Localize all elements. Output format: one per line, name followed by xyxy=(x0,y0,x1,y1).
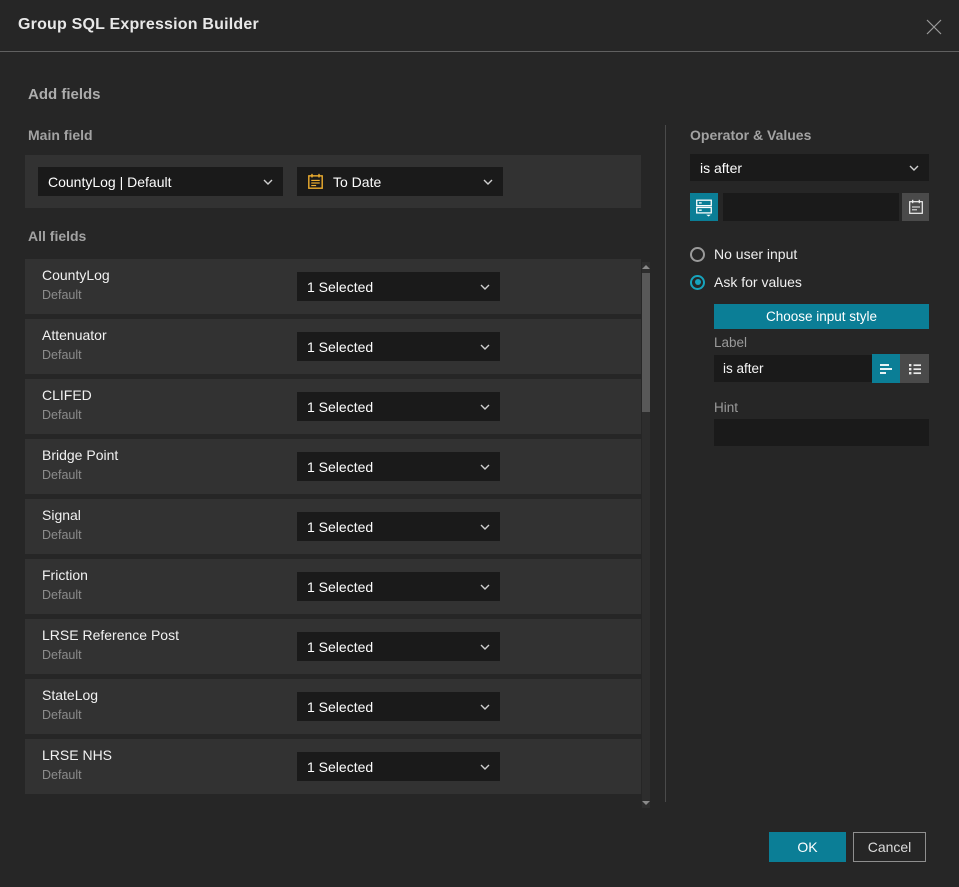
choose-input-style-button[interactable]: Choose input style xyxy=(714,304,929,329)
field-row: Bridge Point Default 1 Selected xyxy=(25,439,641,494)
dialog-title: Group SQL Expression Builder xyxy=(18,16,259,33)
field-name: StateLog xyxy=(42,687,99,703)
field-source: Default xyxy=(42,768,82,782)
field-selected-value: 1 Selected xyxy=(307,518,374,535)
field-source: Default xyxy=(42,708,82,722)
radio-no-user-input-label: No user input xyxy=(714,246,798,262)
field-selected-dropdown[interactable]: 1 Selected xyxy=(297,692,500,721)
calendar-icon xyxy=(308,173,323,189)
field-selected-dropdown[interactable]: 1 Selected xyxy=(297,572,500,601)
radio-circle-icon xyxy=(690,246,705,262)
hint-input[interactable] xyxy=(714,419,929,446)
chevron-down-icon xyxy=(480,284,490,290)
operator-values-heading: Operator & Values xyxy=(690,127,812,143)
main-field-date-value: To Date xyxy=(333,173,382,190)
field-name: Attenuator xyxy=(42,327,107,343)
field-name: Signal xyxy=(42,507,81,523)
field-row: Attenuator Default 1 Selected xyxy=(25,319,641,374)
main-field-date-dropdown[interactable]: To Date xyxy=(297,167,503,196)
main-field-dropdown[interactable]: CountyLog | Default xyxy=(38,167,283,196)
field-source: Default xyxy=(42,528,82,542)
scrollbar-up-icon[interactable] xyxy=(642,265,650,269)
close-icon[interactable] xyxy=(921,14,947,40)
field-source: Default xyxy=(42,588,82,602)
field-row: CountyLog Default 1 Selected xyxy=(25,259,641,314)
field-selected-value: 1 Selected xyxy=(307,758,374,775)
field-name: CountyLog xyxy=(42,267,110,283)
all-fields-list: CountyLog Default 1 Selected Attenuator … xyxy=(25,259,641,799)
operator-dropdown-value: is after xyxy=(700,159,743,176)
field-row: Friction Default 1 Selected xyxy=(25,559,641,614)
main-field-label: Main field xyxy=(28,127,93,143)
field-source: Default xyxy=(42,468,82,482)
scrollbar-thumb[interactable] xyxy=(642,273,650,412)
main-field-dropdown-value: CountyLog | Default xyxy=(48,173,172,190)
field-name: LRSE Reference Post xyxy=(42,627,179,643)
field-selected-value: 1 Selected xyxy=(307,578,374,595)
chevron-down-icon xyxy=(480,524,490,530)
label-caption: Label xyxy=(714,335,748,350)
field-row: LRSE NHS Default 1 Selected xyxy=(25,739,641,794)
chevron-down-icon xyxy=(909,165,919,171)
scrollbar-down-icon[interactable] xyxy=(642,801,650,805)
group-sql-expression-builder-dialog: Group SQL Expression Builder Add fields … xyxy=(0,0,959,887)
align-left-lines-icon[interactable] xyxy=(872,354,900,383)
field-selected-dropdown[interactable]: 1 Selected xyxy=(297,332,500,361)
all-fields-label: All fields xyxy=(28,228,87,244)
vertical-divider xyxy=(665,125,666,802)
field-selected-value: 1 Selected xyxy=(307,638,374,655)
field-selected-value: 1 Selected xyxy=(307,458,374,475)
field-selected-dropdown[interactable]: 1 Selected xyxy=(297,632,500,661)
field-row: CLIFED Default 1 Selected xyxy=(25,379,641,434)
field-name: Bridge Point xyxy=(42,447,119,463)
stacked-rows-dropdown-icon[interactable] xyxy=(690,193,718,221)
calendar-picker-icon[interactable] xyxy=(902,193,929,221)
label-input[interactable] xyxy=(714,355,872,382)
dialog-header: Group SQL Expression Builder xyxy=(0,0,959,52)
radio-no-user-input[interactable]: No user input xyxy=(690,246,797,262)
field-source: Default xyxy=(42,288,82,302)
chevron-down-icon xyxy=(480,764,490,770)
field-name: LRSE NHS xyxy=(42,747,113,763)
ok-button[interactable]: OK xyxy=(769,832,846,862)
chevron-down-icon xyxy=(480,644,490,650)
field-name: CLIFED xyxy=(42,387,92,403)
field-source: Default xyxy=(42,408,82,422)
field-selected-dropdown[interactable]: 1 Selected xyxy=(297,512,500,541)
bulleted-list-icon[interactable] xyxy=(900,354,929,383)
field-selected-value: 1 Selected xyxy=(307,398,374,415)
field-selected-dropdown[interactable]: 1 Selected xyxy=(297,392,500,421)
field-selected-value: 1 Selected xyxy=(307,278,374,295)
chevron-down-icon xyxy=(480,464,490,470)
operator-dropdown[interactable]: is after xyxy=(690,154,929,181)
radio-ask-for-values-label: Ask for values xyxy=(714,274,802,290)
hint-caption: Hint xyxy=(714,400,739,415)
field-row: Signal Default 1 Selected xyxy=(25,499,641,554)
field-selected-dropdown[interactable]: 1 Selected xyxy=(297,272,500,301)
field-source: Default xyxy=(42,348,82,362)
fields-list-scrollbar[interactable] xyxy=(642,262,650,808)
field-row: StateLog Default 1 Selected xyxy=(25,679,641,734)
field-row: LRSE Reference Post Default 1 Selected xyxy=(25,619,641,674)
field-selected-value: 1 Selected xyxy=(307,338,374,355)
radio-circle-icon xyxy=(690,274,705,290)
date-value-input[interactable] xyxy=(723,193,899,221)
chevron-down-icon xyxy=(483,179,493,185)
field-selected-dropdown[interactable]: 1 Selected xyxy=(297,452,500,481)
field-source: Default xyxy=(42,648,82,662)
chevron-down-icon xyxy=(480,344,490,350)
chevron-down-icon xyxy=(263,179,273,185)
field-name: Friction xyxy=(42,567,88,583)
cancel-button[interactable]: Cancel xyxy=(853,832,926,862)
main-field-container: CountyLog | Default To Date xyxy=(25,155,641,208)
chevron-down-icon xyxy=(480,404,490,410)
chevron-down-icon xyxy=(480,584,490,590)
radio-ask-for-values[interactable]: Ask for values xyxy=(690,274,802,290)
field-selected-dropdown[interactable]: 1 Selected xyxy=(297,752,500,781)
add-fields-heading: Add fields xyxy=(28,86,101,103)
field-selected-value: 1 Selected xyxy=(307,698,374,715)
chevron-down-icon xyxy=(480,704,490,710)
